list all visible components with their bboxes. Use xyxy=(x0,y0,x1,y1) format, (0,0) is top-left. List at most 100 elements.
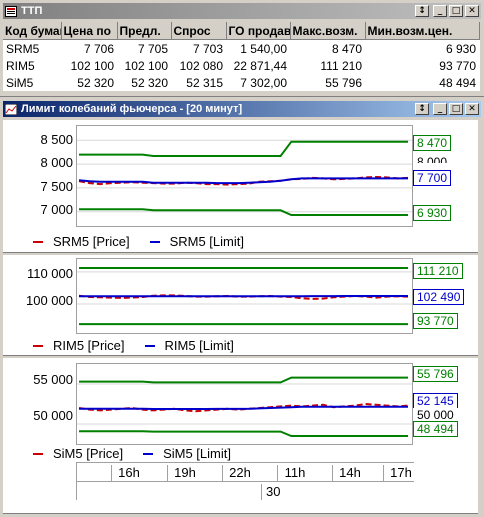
time-tick: 19h xyxy=(167,465,202,481)
column-header[interactable]: Цена по xyxy=(61,22,118,40)
current-limit-label: 102 490 xyxy=(413,289,465,305)
table-header-row: Код бумаг Цена по Предл. Спрос ГО продав… xyxy=(3,22,480,40)
y-tick-label: 7 500 xyxy=(40,179,73,194)
upper-bound-line xyxy=(79,376,408,384)
column-header[interactable]: Спрос xyxy=(171,22,227,40)
legend-swatch xyxy=(144,344,155,347)
y-tick-label: 8 000 xyxy=(40,155,73,170)
legend-item-limit: SiM5 [Limit] xyxy=(143,446,231,461)
overlapped-scale-label: 50 000 xyxy=(413,408,458,420)
table-cell: 55 796 xyxy=(325,75,362,90)
table-cell: 102 100 xyxy=(70,58,114,73)
plot-area[interactable] xyxy=(76,125,413,227)
upper-limit-label: 55 796 xyxy=(413,366,458,382)
legend: RIM5 [Price] RIM5 [Limit] xyxy=(33,338,234,353)
table-row[interactable]: SiM5 52 320 52 320 52 315 7 302,00 55 79… xyxy=(3,74,479,91)
legend-item-limit: RIM5 [Limit] xyxy=(144,338,234,353)
upper-limit-label: 8 470 xyxy=(413,135,452,151)
current-limit-label: 7 700 xyxy=(413,170,452,186)
table-cell: 52 320 xyxy=(131,75,168,90)
pin-button[interactable]: ↕ xyxy=(415,103,429,115)
plot-area[interactable] xyxy=(76,363,413,445)
table-cell: 7 706 xyxy=(83,41,114,56)
srm5-chart-svg xyxy=(77,139,412,216)
table-cell: 6 930 xyxy=(445,41,476,56)
time-tick: 17h xyxy=(383,465,418,481)
time-axis: 16h 19h 22h 11h 14h 17h xyxy=(76,462,414,481)
upper-limit-label: 111 210 xyxy=(413,263,463,279)
close-button[interactable]: ✕ xyxy=(465,103,479,115)
limit-line xyxy=(79,405,408,410)
table-cell: 52 315 xyxy=(186,75,223,90)
chart-title: Лимит колебаний фьючерса - [20 минут] xyxy=(21,103,243,115)
minimize-button[interactable]: _ xyxy=(433,5,447,17)
legend-label: SiM5 [Limit] xyxy=(163,446,231,461)
y-tick-label: 7 000 xyxy=(40,202,73,217)
lower-limit-label: 48 494 xyxy=(413,421,458,437)
rim5-chart-svg xyxy=(77,267,412,326)
chart-panel-sim5: 55 000 50 000 55 796 52 145 50 000 48 49… xyxy=(3,358,478,514)
time-tick: 16h xyxy=(111,465,146,481)
table-cell: 111 210 xyxy=(320,58,362,73)
legend-swatch xyxy=(33,240,43,243)
chart-panel-srm5: 8 500 8 000 7 500 7 000 8 470 8 000 7 70… xyxy=(3,120,478,253)
y-tick-label: 55 000 xyxy=(33,372,73,387)
table-cell: 1 540,00 xyxy=(240,41,287,56)
close-button[interactable]: ✕ xyxy=(465,5,479,17)
y-tick-label: 50 000 xyxy=(33,408,73,423)
legend-swatch xyxy=(33,452,43,455)
maximize-button[interactable]: □ xyxy=(449,5,463,17)
column-header[interactable]: Мин.возм.цен. xyxy=(365,22,480,40)
legend-label: SiM5 [Price] xyxy=(53,446,124,461)
legend-item-price: SRM5 [Price] xyxy=(33,234,130,249)
column-header[interactable]: Код бумаг xyxy=(3,22,62,40)
table-row[interactable]: RIM5 102 100 102 100 102 080 22 871,44 1… xyxy=(3,57,479,74)
column-header[interactable]: ГО продав xyxy=(226,22,291,40)
legend-item-price: RIM5 [Price] xyxy=(33,338,125,353)
legend-label: RIM5 [Limit] xyxy=(164,338,234,353)
column-header[interactable]: Макс.возм. xyxy=(290,22,366,40)
legend: SiM5 [Price] SiM5 [Limit] xyxy=(33,446,231,461)
table-cell: 93 770 xyxy=(439,58,476,73)
overlapped-scale-label: 8 000 xyxy=(413,154,452,164)
table-cell: 48 494 xyxy=(439,75,476,90)
table-cell: SRM5 xyxy=(6,41,40,56)
table-cell: 22 871,44 xyxy=(233,58,287,73)
current-limit-label: 52 145 xyxy=(413,393,458,409)
ttp-table: Код бумаг Цена по Предл. Спрос ГО продав… xyxy=(3,22,480,91)
time-tick: 11h xyxy=(277,465,312,481)
table-cell: 7 705 xyxy=(137,41,168,56)
upper-bound-line xyxy=(79,140,408,157)
maximize-button[interactable]: □ xyxy=(449,103,463,115)
ttp-titlebar[interactable]: ТТП ↕ _ □ ✕ xyxy=(3,3,481,19)
plot-area[interactable] xyxy=(76,258,413,334)
table-cell: 7 703 xyxy=(192,41,223,56)
time-tick: 22h xyxy=(222,465,257,481)
legend-label: RIM5 [Price] xyxy=(53,338,125,353)
sim5-chart-svg xyxy=(77,376,412,437)
date-axis: 30 xyxy=(76,481,414,500)
lower-limit-label: 6 930 xyxy=(413,205,452,221)
legend-swatch xyxy=(149,240,160,243)
table-cell: 52 320 xyxy=(77,75,114,90)
y-tick-label: 110 000 xyxy=(26,266,73,281)
chart-titlebar[interactable]: Лимит колебаний фьючерса - [20 минут] ↕ … xyxy=(3,101,481,117)
table-cell: 102 080 xyxy=(179,58,223,73)
table-cell: 102 100 xyxy=(124,58,168,73)
column-header[interactable]: Предл. xyxy=(117,22,172,40)
table-row[interactable]: SRM5 7 706 7 705 7 703 1 540,00 8 470 6 … xyxy=(3,40,479,58)
ttp-title: ТТП xyxy=(21,5,43,17)
table-icon xyxy=(5,5,17,17)
minimize-button[interactable]: _ xyxy=(433,103,447,115)
table-cell: 8 470 xyxy=(331,41,362,56)
legend: SRM5 [Price] SRM5 [Limit] xyxy=(33,234,244,249)
lower-limit-label: 93 770 xyxy=(413,313,458,329)
legend-item-price: SiM5 [Price] xyxy=(33,446,123,461)
chart-icon xyxy=(5,103,17,115)
table-cell: RIM5 xyxy=(6,58,35,73)
legend-swatch xyxy=(143,452,154,455)
table-cell: SiM5 xyxy=(6,75,34,90)
table-cell: 7 302,00 xyxy=(240,75,287,90)
chart-window: Лимит колебаний фьючерса - [20 минут] ↕ … xyxy=(0,98,484,517)
pin-button[interactable]: ↕ xyxy=(415,5,429,17)
